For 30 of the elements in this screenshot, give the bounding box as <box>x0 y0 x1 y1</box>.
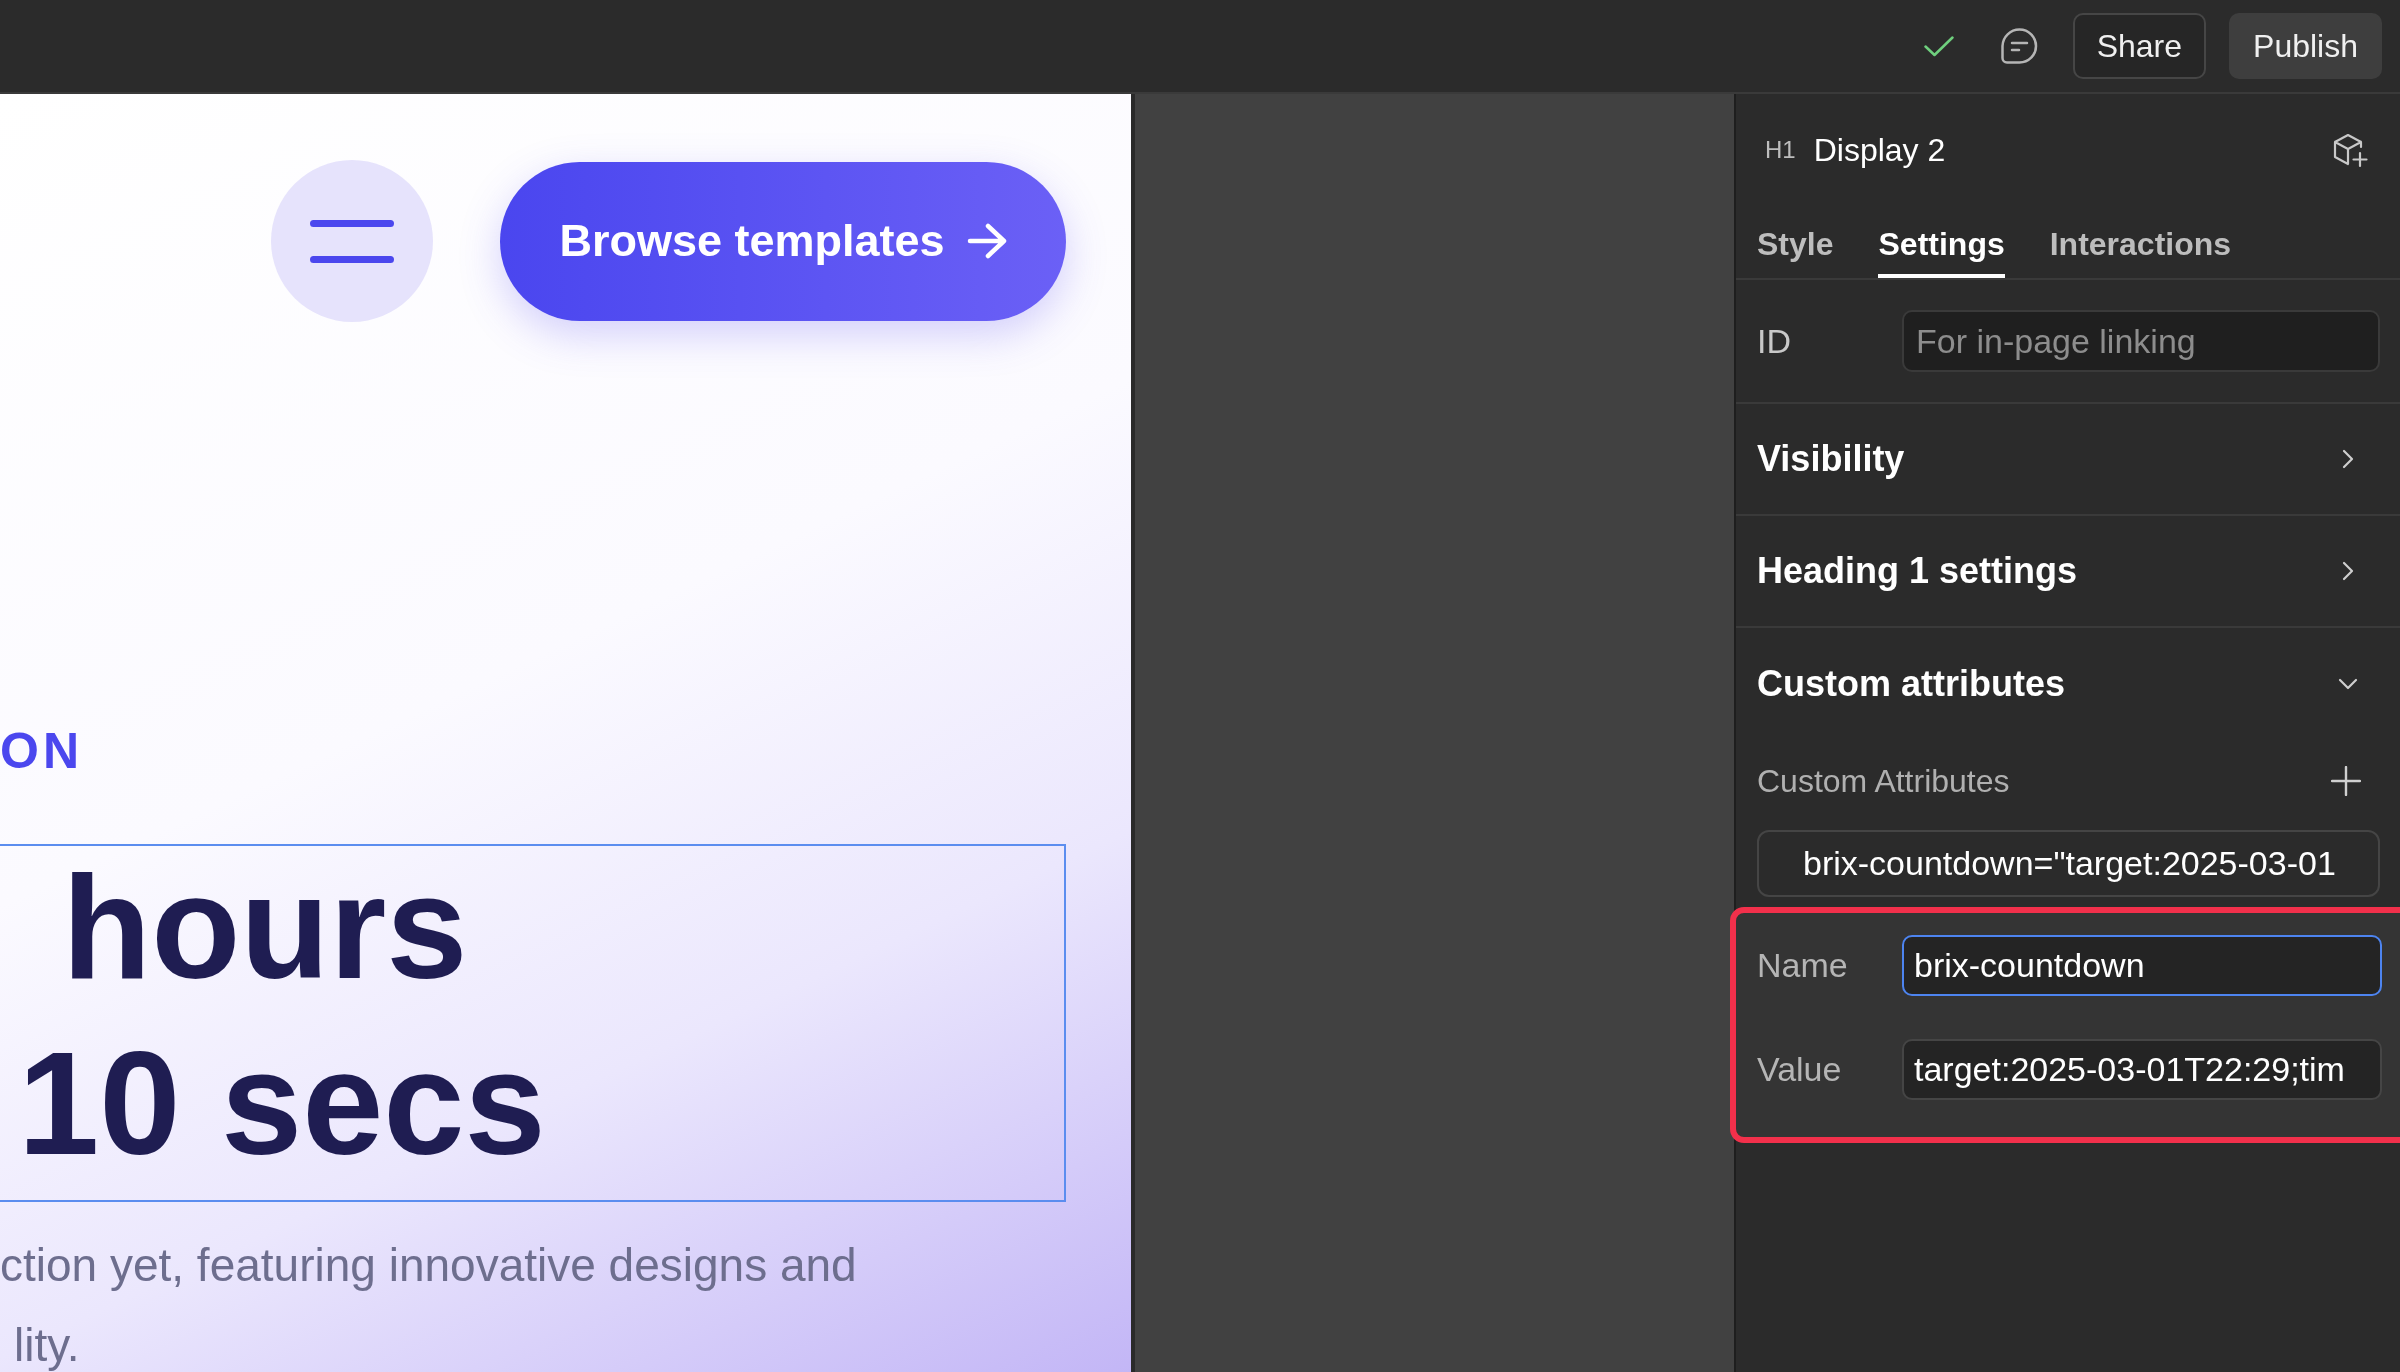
check-icon <box>1923 35 1954 57</box>
browse-templates-button[interactable]: Browse templates <box>500 161 1066 321</box>
field-label: Name <box>1757 945 1849 986</box>
id-label: ID <box>1757 320 1792 362</box>
element-tag: H1 <box>1765 132 1796 168</box>
publish-button[interactable]: Publish <box>2229 13 2382 79</box>
heading-line: hours <box>61 846 468 1009</box>
text-field[interactable]: brix-countdown <box>1902 935 2382 996</box>
plus-icon[interactable] <box>2331 766 2361 796</box>
comment-icon[interactable] <box>2000 28 2038 64</box>
arrow-right-icon <box>966 223 1007 259</box>
id-input[interactable]: For in-page linking <box>1902 310 2380 372</box>
paragraph-line: ction yet, featuring innovative designs and <box>0 1239 857 1291</box>
menu-icon <box>310 219 394 263</box>
panel-tab[interactable]: Settings <box>1878 206 2005 278</box>
panel-tab[interactable]: Interactions <box>2049 206 2232 278</box>
text-field[interactable]: target:2025-03-01T22:29;tim <box>1902 1039 2382 1100</box>
attribute-item[interactable]: brix-countdown="target:2025-03-01 <box>1757 830 2380 897</box>
section-header[interactable]: Visibility <box>1736 404 2400 516</box>
share-button[interactable]: Share <box>2072 13 2207 79</box>
eyebrow-text: ON <box>0 726 83 776</box>
element-name: Display 2 <box>1813 131 1946 170</box>
heading-line: 10 secs <box>17 1022 546 1185</box>
paragraph-line: lity. <box>13 1319 80 1371</box>
cube-plus-icon[interactable] <box>2332 132 2368 168</box>
field-label: Value <box>1757 1049 1843 1090</box>
attributes-label: Custom Attributes <box>1757 762 2010 801</box>
section-header[interactable]: Heading 1 settings <box>1736 516 2400 628</box>
panel-tab[interactable]: Style <box>1757 206 1834 278</box>
section-header[interactable]: Custom attributes <box>1736 628 2400 740</box>
